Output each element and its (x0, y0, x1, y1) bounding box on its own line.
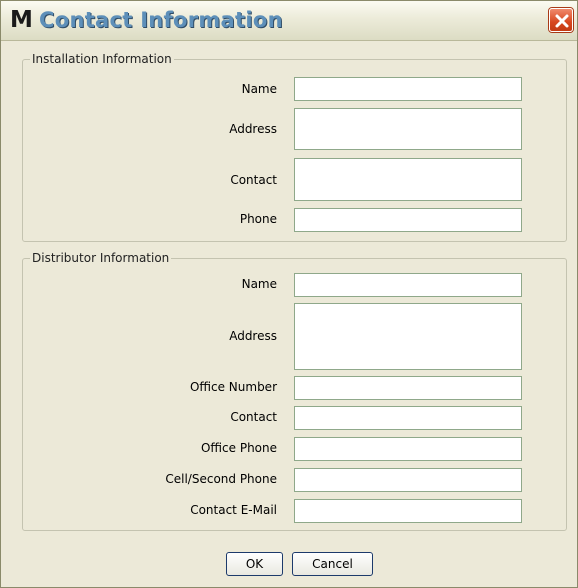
installation-address-label: Address (229, 122, 277, 136)
distributor-address-label: Address (229, 329, 277, 343)
installation-contact-label: Contact (230, 173, 277, 187)
distributor-address-input[interactable] (294, 303, 522, 370)
distributor-name-label: Name (241, 277, 277, 291)
distributor-contact-input[interactable] (294, 406, 522, 430)
distributor-office-number-label: Office Number (189, 380, 277, 394)
installation-info-legend: Installation Information (32, 52, 172, 66)
distributor-office-number-input[interactable] (294, 376, 522, 400)
installation-name-input[interactable] (294, 77, 522, 101)
installation-address-input[interactable] (294, 108, 522, 150)
distributor-cell-phone-input[interactable] (294, 468, 522, 492)
ok-button[interactable]: OK (226, 552, 283, 576)
installation-name-label: Name (241, 82, 277, 96)
distributor-info-legend: Distributor Information (32, 251, 170, 265)
distributor-name-input[interactable] (294, 273, 522, 297)
distributor-contact-email-label: Contact E-Mail (190, 503, 277, 517)
app-logo: M (10, 7, 33, 33)
distributor-contact-label: Contact (230, 410, 277, 424)
title-bar[interactable]: M Contact Information (1, 1, 577, 41)
window-title: Contact Information (39, 8, 283, 32)
installation-contact-input[interactable] (294, 158, 522, 201)
dialog-window: M Contact Information Installation Infor… (0, 0, 578, 588)
distributor-cell-phone-label: Cell/Second Phone (165, 472, 277, 486)
installation-phone-label: Phone (239, 212, 277, 226)
close-icon (555, 14, 569, 28)
installation-phone-input[interactable] (294, 208, 522, 232)
cancel-button[interactable]: Cancel (292, 552, 373, 576)
distributor-contact-email-input[interactable] (294, 499, 522, 523)
distributor-office-phone-label: Office Phone (200, 441, 277, 455)
distributor-office-phone-input[interactable] (294, 437, 522, 461)
close-button[interactable] (549, 8, 573, 32)
